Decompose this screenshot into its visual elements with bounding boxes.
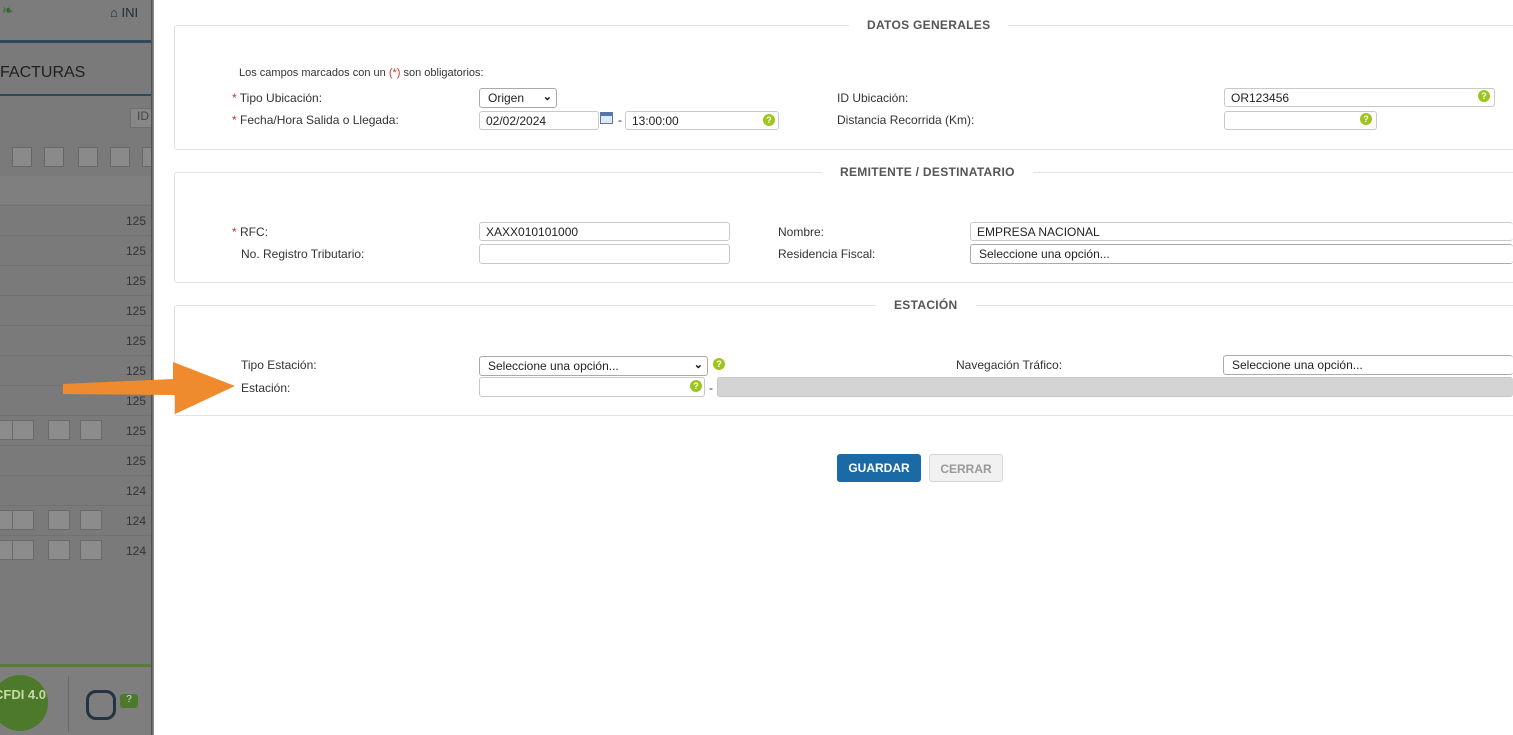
export-icon[interactable]: [80, 540, 102, 560]
export-icon[interactable]: [80, 420, 102, 440]
row-id: 125: [126, 424, 147, 438]
document-icon[interactable]: [110, 147, 130, 167]
divider: [0, 94, 151, 96]
xml-icon[interactable]: [12, 420, 34, 440]
table-row[interactable]: 125: [0, 265, 151, 296]
help-icon[interactable]: ?: [690, 380, 702, 392]
help-icon[interactable]: ?: [1478, 90, 1490, 102]
chatbot-help-badge: ?: [120, 694, 138, 708]
toolbar-icon[interactable]: [142, 147, 151, 167]
folder-icon[interactable]: [12, 147, 32, 167]
export-icon[interactable]: [80, 510, 102, 530]
legend-remitente: REMITENTE / DESTINATARIO: [822, 165, 1033, 179]
row-id: 125: [126, 454, 147, 468]
row-id: 125: [126, 244, 147, 258]
tipo-ubicacion-select[interactable]: Origen ⌄: [479, 88, 557, 108]
row-id: 124: [126, 544, 147, 558]
table-row[interactable]: 124: [0, 535, 151, 566]
label-tipo-ubicacion: * Tipo Ubicación:: [232, 91, 323, 105]
calendar-icon[interactable]: [600, 112, 613, 124]
help-icon[interactable]: ?: [1360, 113, 1372, 125]
fecha-input[interactable]: 02/02/2024: [479, 111, 599, 130]
section-title: FACTURAS: [0, 64, 86, 81]
label-navegacion-trafico: Navegación Tráfico:: [956, 358, 1063, 372]
label-id-ubicacion: ID Ubicación:: [837, 91, 909, 105]
rfc-input[interactable]: XAXX010101000: [479, 222, 730, 241]
label-distancia: Distancia Recorrida (Km):: [837, 113, 975, 127]
guardar-button[interactable]: GUARDAR: [837, 454, 921, 482]
xml-icon[interactable]: [12, 510, 34, 530]
table-row[interactable]: 125: [0, 325, 151, 356]
xml-icon[interactable]: [12, 540, 34, 560]
logo-leaf-icon: ❧: [2, 2, 14, 18]
estacion-separator: -: [709, 381, 713, 395]
row-id: 124: [126, 514, 147, 528]
date-time-separator: -: [618, 113, 622, 127]
table-header: [0, 176, 151, 204]
table-row[interactable]: 125: [0, 235, 151, 266]
label-rfc: * RFC:: [232, 225, 269, 239]
legend-estacion: ESTACIÓN: [876, 298, 976, 312]
label-tipo-estacion: Tipo Estación:: [241, 358, 317, 372]
chatbot-icon[interactable]: [86, 690, 116, 720]
navegacion-trafico-select[interactable]: Seleccione una opción...: [1223, 355, 1513, 375]
help-icon[interactable]: ?: [713, 358, 725, 370]
save-icon[interactable]: [44, 147, 64, 167]
hora-input[interactable]: 13:00:00: [625, 111, 779, 130]
chevron-down-icon: ⌄: [542, 91, 552, 103]
annotation-arrow-icon: [63, 362, 235, 414]
divider: [68, 676, 69, 732]
id-filter-input[interactable]: ID: [130, 108, 151, 128]
row-id: 125: [126, 334, 147, 348]
chevron-down-icon: ⌄: [693, 359, 703, 371]
home-label: INI: [121, 5, 139, 20]
label-registro-tributario: No. Registro Tributario:: [241, 247, 365, 261]
tipo-estacion-select[interactable]: Seleccione una opción... ⌄: [479, 356, 708, 376]
row-id: 124: [126, 484, 147, 498]
calculator-icon[interactable]: [78, 147, 98, 167]
row-id: 125: [126, 214, 147, 228]
table-row[interactable]: 124: [0, 505, 151, 536]
id-ubicacion-input[interactable]: OR123456: [1224, 88, 1495, 107]
residencia-fiscal-select[interactable]: Seleccione una opción...: [970, 244, 1513, 264]
cancel-icon[interactable]: [48, 510, 70, 530]
legend-datos-generales: DATOS GENERALES: [849, 18, 1009, 32]
table-row[interactable]: 125: [0, 415, 151, 446]
label-fecha-hora: * Fecha/Hora Salida o Llegada:: [232, 113, 399, 127]
required-note: Los campos marcados con un (*) son oblig…: [239, 67, 484, 79]
nombre-input[interactable]: EMPRESA NACIONAL: [970, 222, 1513, 241]
label-nombre: Nombre:: [778, 225, 825, 239]
cancel-icon[interactable]: [48, 420, 70, 440]
label-estacion: Estación:: [241, 381, 291, 395]
cerrar-button[interactable]: CERRAR: [929, 454, 1003, 482]
modal-dialog: DATOS GENERALES Los campos marcados con …: [154, 0, 1513, 735]
home-icon: ⌂: [110, 5, 118, 20]
home-link[interactable]: ⌂ INI: [110, 5, 138, 20]
label-residencia-fiscal: Residencia Fiscal:: [778, 247, 876, 261]
table-row[interactable]: 125: [0, 445, 151, 476]
distancia-input[interactable]: [1224, 111, 1377, 130]
estacion-input[interactable]: [479, 377, 705, 397]
row-id: 125: [126, 304, 147, 318]
registro-tributario-input[interactable]: [479, 244, 730, 264]
table-row[interactable]: 125: [0, 205, 151, 236]
top-navbar: ❧ ⌂ INI: [0, 0, 151, 43]
help-icon[interactable]: ?: [763, 114, 775, 126]
estacion-description-field: [717, 377, 1513, 397]
table-row[interactable]: 124: [0, 475, 151, 506]
row-id: 125: [126, 274, 147, 288]
cancel-icon[interactable]: [48, 540, 70, 560]
table-row[interactable]: 125: [0, 295, 151, 326]
